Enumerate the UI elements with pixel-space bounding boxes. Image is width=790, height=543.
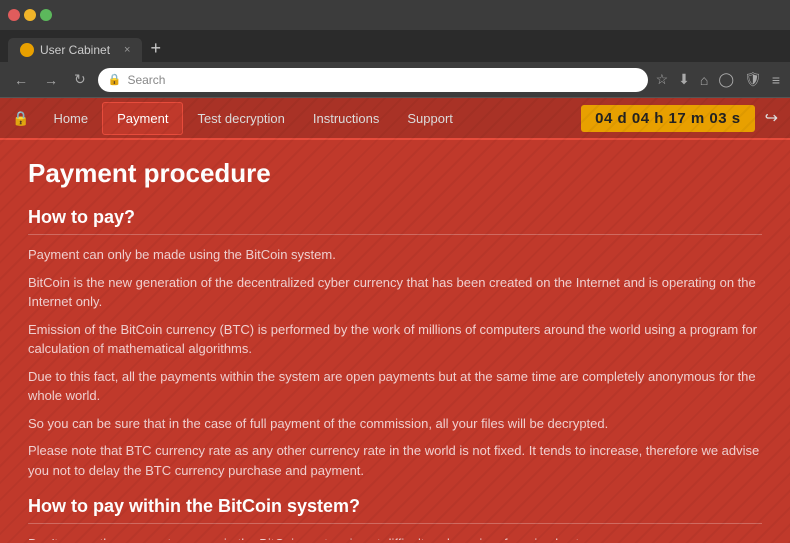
tab-bar: User Cabinet × +: [0, 30, 790, 62]
address-bar-row: ← → ↻ 🔒 Search ☆ ⬇ ⌂ ◯ 🛡 ≡: [0, 62, 790, 98]
section-how-to-pay: How to pay?: [28, 207, 762, 235]
page-title: Payment procedure: [28, 158, 762, 189]
shield-icon[interactable]: 🛡: [744, 71, 762, 88]
forward-button[interactable]: →: [40, 70, 62, 90]
paragraph-4: Due to this fact, all the payments withi…: [28, 367, 762, 406]
back-button[interactable]: ←: [10, 70, 32, 90]
window-controls: [8, 9, 52, 21]
paragraph-5: So you can be sure that in the case of f…: [28, 414, 762, 434]
refresh-button[interactable]: ↻: [70, 69, 90, 90]
tab-close-button[interactable]: ×: [124, 44, 130, 56]
nav-test-decryption[interactable]: Test decryption: [183, 103, 298, 134]
profile-icon[interactable]: ◯: [718, 71, 734, 88]
intro-text: Don't worry, the payment process in the …: [28, 534, 762, 540]
nav-home[interactable]: Home: [39, 103, 102, 134]
maximize-window-button[interactable]: [40, 9, 52, 21]
website: 🔒 Home Payment Test decryption Instructi…: [0, 98, 790, 543]
nav-support[interactable]: Support: [393, 103, 467, 134]
paragraph-1: Payment can only be made using the BitCo…: [28, 245, 762, 265]
address-bar[interactable]: 🔒 Search: [98, 68, 648, 92]
bookmark-icon[interactable]: ☆: [656, 71, 669, 88]
nav-instructions[interactable]: Instructions: [299, 103, 393, 134]
section-how-to-pay-bitcoin: How to pay within the BitCoin system?: [28, 496, 762, 524]
minimize-window-button[interactable]: [24, 9, 36, 21]
browser-titlebar: [0, 0, 790, 30]
site-nav: 🔒 Home Payment Test decryption Instructi…: [0, 98, 790, 138]
lock-icon: 🔒: [108, 73, 122, 86]
menu-icon[interactable]: ≡: [772, 72, 780, 88]
paragraph-2: BitCoin is the new generation of the dec…: [28, 273, 762, 312]
logout-icon[interactable]: ↪: [765, 108, 778, 128]
download-icon[interactable]: ⬇: [678, 71, 690, 88]
page-content: Payment procedure How to pay? Payment ca…: [0, 140, 790, 540]
search-input[interactable]: Search: [127, 73, 637, 87]
active-tab[interactable]: User Cabinet ×: [8, 38, 142, 62]
close-window-button[interactable]: [8, 9, 20, 21]
countdown-timer: 04 d 04 h 17 m 03 s: [581, 105, 754, 132]
nav-lock-icon: 🔒: [12, 110, 29, 127]
new-tab-button[interactable]: +: [142, 35, 169, 62]
home-icon[interactable]: ⌂: [700, 72, 708, 88]
tab-favicon: [20, 43, 34, 57]
toolbar-icons: ☆ ⬇ ⌂ ◯ 🛡 ≡: [656, 71, 780, 88]
nav-payment[interactable]: Payment: [102, 102, 183, 135]
paragraph-6: Please note that BTC currency rate as an…: [28, 441, 762, 480]
tab-title: User Cabinet: [40, 43, 110, 57]
paragraph-3: Emission of the BitCoin currency (BTC) i…: [28, 320, 762, 359]
